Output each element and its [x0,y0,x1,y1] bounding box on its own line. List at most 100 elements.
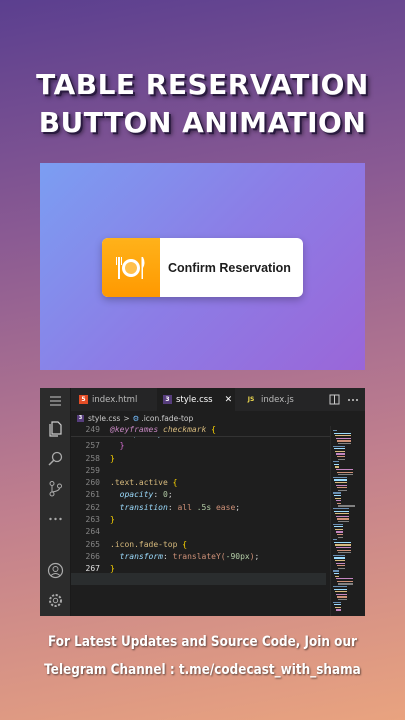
minimap-line [338,552,351,554]
minimap-line [334,463,339,465]
minimap-line [334,510,349,512]
minimap-line [337,456,345,458]
more-actions-icon[interactable] [347,398,359,402]
minimap-line [338,505,355,507]
minimap-line [337,487,347,489]
minimap-line [335,544,351,546]
css-file-icon: 3 [163,395,172,404]
menu-icon[interactable] [47,392,64,409]
minimap-line [334,573,339,575]
minimap-line [336,500,341,502]
minimap-line [335,482,347,484]
tab-label: index.js [261,394,294,405]
minimap-line [338,567,345,569]
minimap-line [336,484,347,486]
minimap-line [333,554,345,556]
minimap-line [335,497,341,499]
settings-gear-icon[interactable] [47,592,64,609]
symbol-icon: ⚙ [132,414,140,423]
tab-style-css[interactable]: 3 style.css ✕ [157,388,235,411]
minimap-line [334,588,347,590]
minimap-line [333,539,337,541]
code-line: } [110,441,125,451]
source-control-icon[interactable] [47,480,64,497]
minimap-line [338,599,347,601]
minimap-line [334,526,343,528]
code-area[interactable]: opacity: 1; } } .text.active { opacity: … [110,428,325,576]
footer-line-1: For Latest Updates and Source Code, Join… [48,634,357,650]
minimap-line [333,492,341,494]
minimap-line [333,461,339,463]
files-icon[interactable] [47,420,64,437]
minimap-line [333,523,343,525]
footer-line-2: Telegram Channel : t.me/codecast_with_sh… [44,662,361,678]
minimap-line [335,450,345,452]
minimap-line [337,471,353,473]
minimap-line [338,458,345,460]
search-icon[interactable] [47,450,64,467]
tab-label: index.html [92,394,138,405]
minimap-line [338,583,353,585]
minimap-line [333,445,345,447]
minimap-line [335,528,343,530]
code-line: } [110,515,115,525]
minimap-line [333,570,339,572]
confirm-reservation-button[interactable]: Confirm Reservation [102,238,303,297]
minimap-line [337,440,351,442]
more-icon[interactable] [47,510,64,527]
minimap-line [336,437,351,439]
tab-label: style.css [176,394,213,405]
minimap-line [337,502,341,504]
activity-bar [40,388,71,616]
minimap-line [333,476,347,478]
minimap-line [333,586,347,588]
minimap-line [334,479,347,481]
headline-line-2: BUTTON ANIMATION [38,106,367,139]
minimap-line [337,534,343,536]
code-editor: 5 index.html 3 style.css ✕ JS index.js 3… [40,388,365,616]
minimap-line [337,549,351,551]
tab-index-html[interactable]: 5 index.html [79,388,157,411]
minimap-line [338,489,347,491]
minimap-line [338,443,351,445]
breadcrumb-separator: > [123,414,130,423]
minimap-line [336,515,349,517]
tab-index-js[interactable]: JS index.js [239,388,299,411]
line-numbers: 256 257 258 259 260 261 262 263 264 265 … [85,429,100,574]
minimap-line [338,536,343,538]
minimap-line [335,560,345,562]
code-line: transform: translateY(-90px); [119,551,260,561]
minimap-line [335,466,339,468]
account-icon[interactable] [47,562,64,579]
minimap-line [334,432,351,434]
demo-preview: Confirm Reservation [40,163,365,370]
code-line: transition: all .5s ease; [119,502,241,512]
code-line: .icon.fade-top { [110,539,188,549]
sticky-scroll-header: 249 @keyframes checkmark { [71,425,331,437]
minimap-line [336,547,351,549]
code-line: } [110,564,115,574]
breadcrumb: 3 style.css > ⚙ .icon.fade-top [71,411,365,426]
minimap-line [335,606,341,608]
close-tab-icon[interactable]: ✕ [225,395,233,405]
breadcrumb-file[interactable]: style.css [88,414,120,423]
code-line: opacity: 0; [119,490,173,500]
minimap-line [337,596,347,598]
split-editor-icon[interactable] [329,394,340,405]
minimap-line [336,593,347,595]
breadcrumb-symbol[interactable]: .icon.fade-top [141,414,193,423]
minimap-line [336,453,345,455]
css-file-icon: 3 [77,415,84,422]
minimap-line [338,521,349,523]
js-file-icon: JS [247,396,255,403]
minimap-line [334,448,345,450]
minimap[interactable] [330,426,355,616]
minimap-line [334,495,341,497]
minimap-line [334,541,351,543]
minimap-line [336,562,345,564]
confirm-reservation-label: Confirm Reservation [168,260,291,275]
minimap-line [337,518,349,520]
minimap-line [336,578,353,580]
